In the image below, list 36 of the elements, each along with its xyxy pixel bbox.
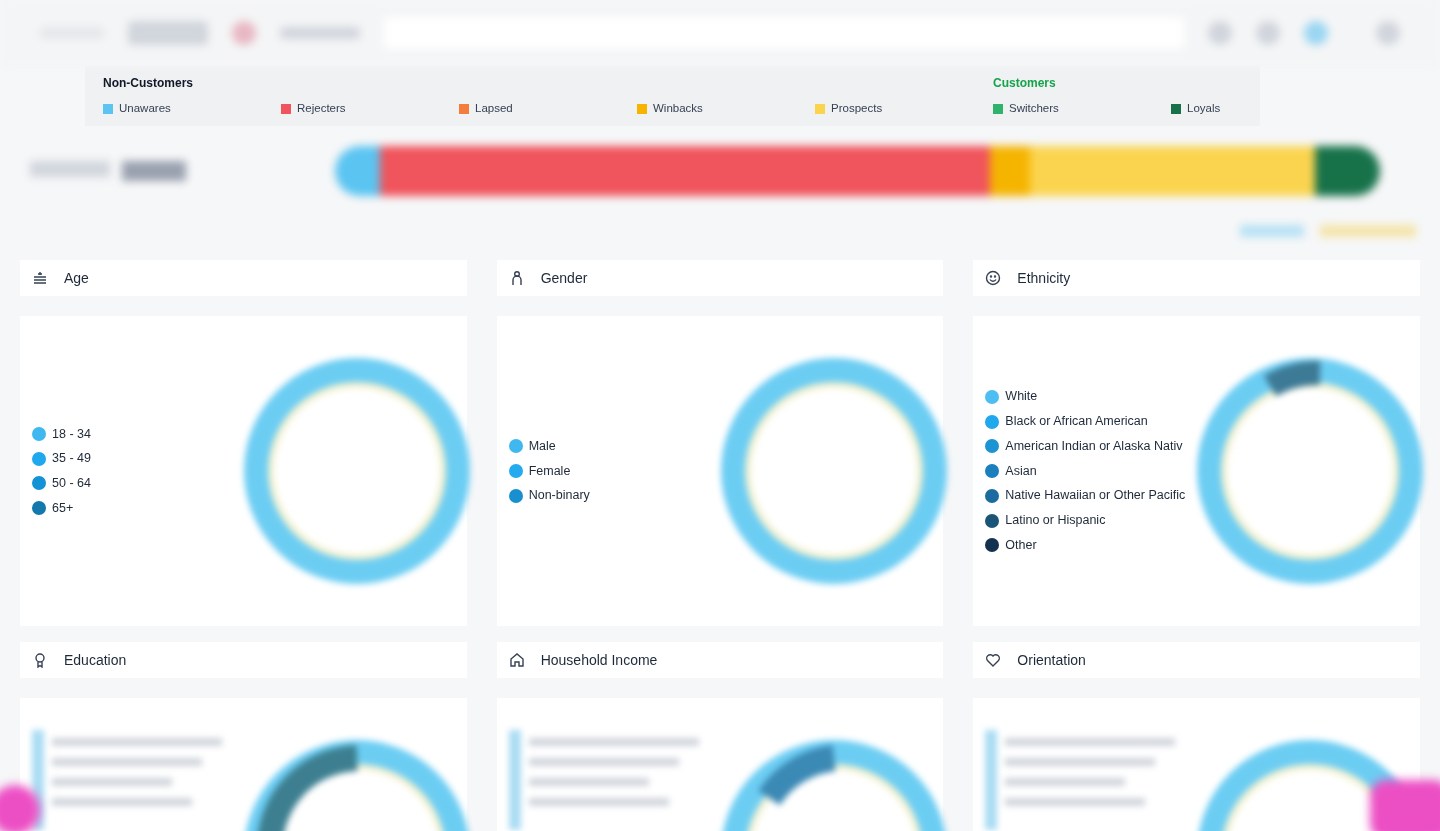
legend-label: American Indian or Alaska Nativ xyxy=(1005,437,1183,455)
legend-label: Female xyxy=(528,462,571,480)
stack-icon xyxy=(32,270,48,286)
legend-label: 18 - 34 xyxy=(52,425,91,443)
floating-action-button[interactable] xyxy=(0,785,40,831)
legend-group-title: Customers xyxy=(993,75,1057,92)
card-title: Household Income xyxy=(540,650,658,670)
legend-label: Male xyxy=(528,437,556,455)
heart-icon xyxy=(985,652,1002,668)
legend-label: 35 - 49 xyxy=(52,450,91,468)
legend-label: Loyals xyxy=(1187,101,1221,116)
smiley-icon xyxy=(985,270,1002,286)
legend-label: White xyxy=(1005,388,1038,406)
legend-label: Other xyxy=(1005,536,1037,554)
legend-label: Prospects xyxy=(831,101,883,116)
card-title: Ethnicity xyxy=(1017,268,1071,288)
award-icon xyxy=(32,652,48,668)
card-title: Gender xyxy=(540,268,588,288)
card-title: Education xyxy=(64,650,127,670)
legend-label: Native Hawaiian or Other Pacific xyxy=(1005,487,1186,505)
legend-label: Rejecters xyxy=(297,101,346,116)
legend-label: Lapsed xyxy=(475,101,513,116)
legend-group-title: Non-Customers xyxy=(103,75,194,92)
legend-label: Black or African American xyxy=(1005,413,1148,431)
legend-label: Non-binary xyxy=(528,487,590,505)
legend-label: Latino or Hispanic xyxy=(1005,512,1106,530)
legend-label: Winbacks xyxy=(653,101,703,116)
card-title: Orientation xyxy=(1017,650,1086,670)
floating-action-button[interactable] xyxy=(1370,780,1440,831)
home-icon xyxy=(508,652,525,668)
legend-label: 50 - 64 xyxy=(52,475,91,492)
legend-label: Switchers xyxy=(1009,101,1059,116)
card-title: Age xyxy=(64,268,89,288)
legend-label: Unawares xyxy=(119,101,171,116)
legend-label: 65+ xyxy=(52,499,74,517)
legend-label: Asian xyxy=(1005,462,1037,480)
